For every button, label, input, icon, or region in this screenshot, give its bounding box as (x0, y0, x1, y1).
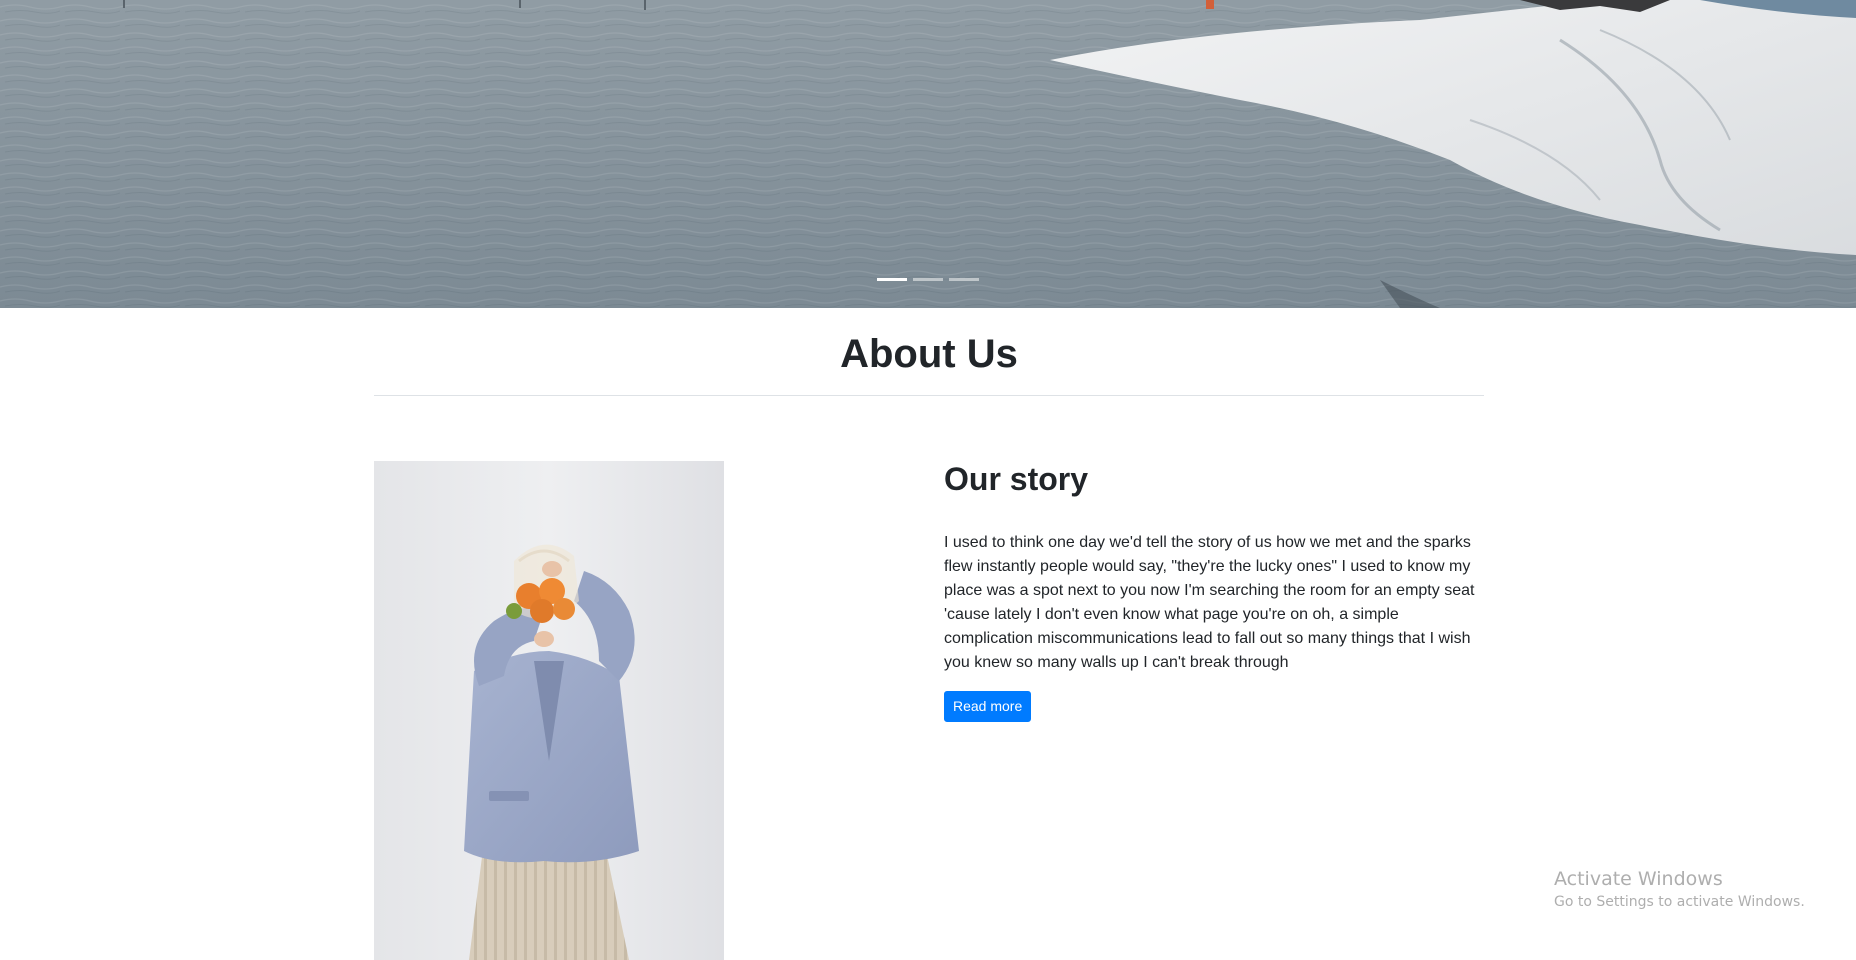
carousel-indicators (877, 278, 979, 281)
hero-carousel (0, 0, 1856, 308)
watermark-title: Activate Windows (1554, 868, 1723, 890)
watermark-subtitle: Go to Settings to activate Windows. (1554, 894, 1805, 910)
activate-windows-watermark: Activate Windows Go to Settings to activ… (1554, 866, 1805, 912)
about-title: About Us (840, 332, 1018, 376)
story-text: I used to think one day we'd tell the st… (944, 534, 1475, 671)
read-more-button[interactable]: Read more (944, 691, 1032, 722)
carousel-indicator-3[interactable] (949, 278, 979, 281)
carousel-indicator-1[interactable] (877, 278, 907, 281)
carousel-indicator-2[interactable] (913, 278, 943, 281)
hero-slide-image (0, 0, 1856, 308)
section-divider (374, 395, 1484, 396)
story-photo (374, 461, 724, 960)
story-title: Our story (944, 461, 1089, 497)
